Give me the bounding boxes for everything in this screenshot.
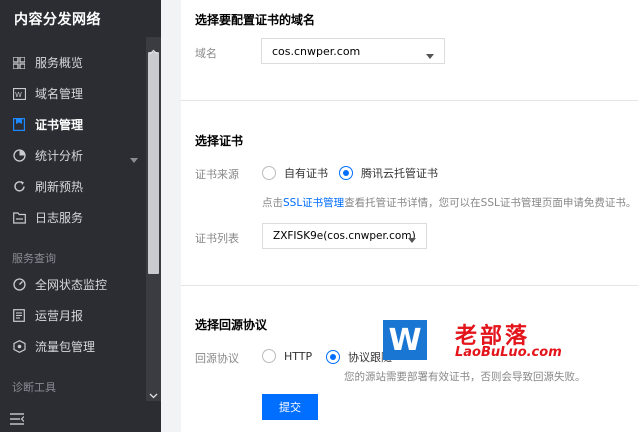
origin-protocol-label: 回源协议 [195,352,239,365]
radio-dot[interactable] [339,166,353,180]
caret-down-icon [130,152,138,166]
sidebar-item-monthly-report[interactable]: 运营月报 [0,300,146,331]
sidebar-item-label: 证书管理 [35,118,84,132]
cert-hint: 点击SSL证书管理查看托管证书详情，您可以在SSL证书管理页面申请免费证书。 [262,195,636,210]
sidebar-item-label: 运营月报 [35,309,84,323]
domain-icon: W [12,87,26,101]
domain-select-value: cos.cnwper.com [272,44,361,58]
caret-down-icon [426,49,434,62]
watermark-badge: W [383,320,427,360]
domain-label: 域名 [195,47,217,60]
hint-prefix: 点击 [262,197,283,209]
sidebar-item-label: 日志服务 [35,211,84,225]
section-service-query: 服务查询 [12,252,56,265]
gauge-icon [12,278,26,292]
sidebar-item-traffic-package[interactable]: 流量包管理 [0,331,146,362]
collapse-menu-icon[interactable] [10,410,25,429]
sidebar-item-label: 流量包管理 [35,340,96,354]
scroll-up-icon[interactable] [149,40,158,59]
certificate-icon [12,118,26,132]
sidebar-item-label: 全网状态监控 [35,278,108,292]
watermark-url: LaoBuLuo.com [455,345,562,360]
grid-icon [12,56,26,70]
report-icon [12,309,26,323]
radio-dot[interactable] [326,350,340,364]
divider [181,285,638,286]
origin-hint: 您的源站需要部署有效证书，否则会导致回源失败。 [344,371,586,383]
radio-http[interactable]: HTTP [262,349,312,363]
cert-source-label: 证书来源 [195,168,239,181]
watermark-logo: W 老部落 LaoBuLuo.com [383,318,583,364]
sidebar-item-label: 统计分析 [35,149,84,163]
sidebar-item-overview[interactable]: 服务概览 [0,47,146,78]
radio-dot[interactable] [262,166,276,180]
radio-label: 自有证书 [284,167,328,180]
sidebar-item-label: 域名管理 [35,87,84,101]
content-gutter [161,0,181,432]
section-diagnose: 诊断工具 [12,381,56,394]
radio-label: 腾讯云托管证书 [361,167,438,180]
brand-title: 内容分发网络 [14,12,101,28]
scroll-down-icon[interactable] [149,384,158,403]
sidebar-item-monitor[interactable]: 全网状态监控 [0,269,146,300]
sidebar-item-refresh[interactable]: 刷新预热 [0,171,146,202]
sidebar-item-statistics[interactable]: 统计分析 [0,140,146,171]
sidebar: 内容分发网络 服务概览 W 域名管理 证书管理 统计分析 刷新预热 日志服务 服… [0,0,161,432]
domain-section-title: 选择要配置证书的域名 [195,13,316,27]
radio-dot[interactable] [262,349,276,363]
sidebar-item-domain[interactable]: W 域名管理 [0,78,146,109]
refresh-icon [12,180,26,194]
sidebar-item-certificate[interactable]: 证书管理 [0,109,146,140]
caret-down-icon [408,234,416,246]
cert-section-title: 选择证书 [195,134,244,148]
cert-list-value: ZXFISK9e(cos.cnwper.com) [273,230,416,242]
hint-suffix: 查看托管证书详情，您可以在SSL证书管理页面申请免费证书。 [344,197,637,209]
pie-chart-icon [12,149,26,163]
radio-label: HTTP [284,349,313,363]
cert-list-select[interactable]: ZXFISK9e(cos.cnwper.com) [262,223,427,249]
origin-section-title: 选择回源协议 [195,318,268,332]
svg-text:W: W [15,91,22,99]
sidebar-item-label: 刷新预热 [35,180,84,194]
radio-hosted-certificate[interactable]: 腾讯云托管证书 [339,165,438,181]
folder-icon [12,211,26,225]
package-icon [12,340,26,354]
scrollbar-thumb[interactable] [148,52,159,274]
domain-select[interactable]: cos.cnwper.com [261,38,445,64]
radio-own-certificate[interactable]: 自有证书 [262,165,328,181]
submit-button[interactable]: 提交 [262,394,318,420]
sidebar-item-logs[interactable]: 日志服务 [0,202,146,233]
ssl-management-link[interactable]: SSL证书管理 [283,197,344,209]
cert-list-label: 证书列表 [195,232,239,245]
certificate-form: 选择要配置证书的域名 域名 cos.cnwper.com 选择证书 证书来源 自… [181,0,638,432]
sidebar-item-label: 服务概览 [35,56,84,70]
divider [181,100,638,101]
